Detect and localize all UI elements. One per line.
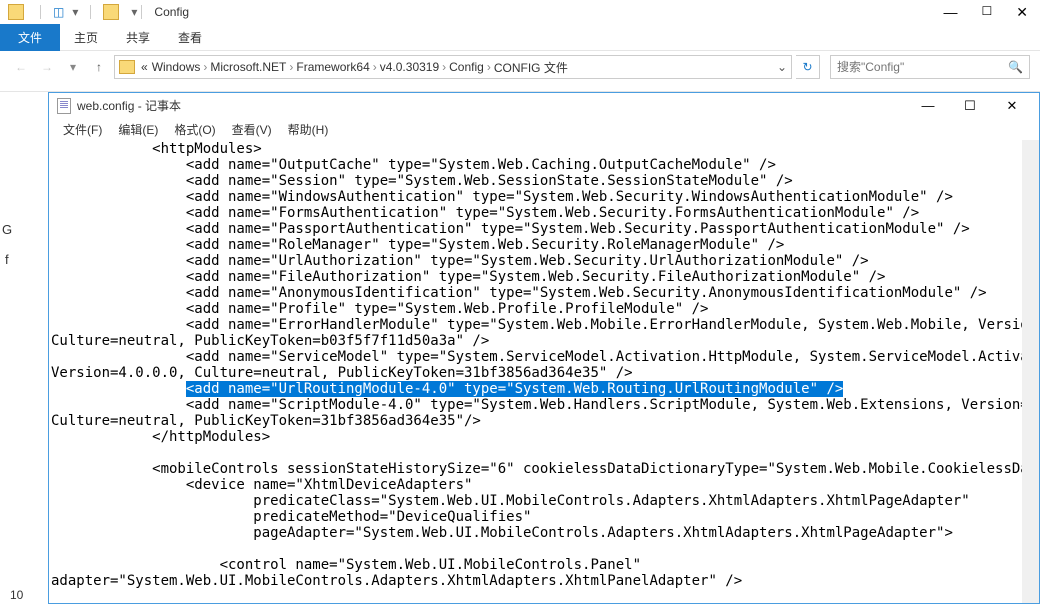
separator [40, 5, 41, 19]
breadcrumb-overflow[interactable]: « [139, 60, 150, 74]
minimize-button[interactable]: — [944, 4, 958, 21]
breadcrumb-item[interactable]: Framework64 [294, 60, 371, 74]
nav-recent-dropdown[interactable]: ▾ [62, 56, 84, 78]
folder-icon [8, 4, 24, 20]
search-icon[interactable]: 🔍 [1008, 60, 1023, 74]
ribbon-tab-share[interactable]: 共享 [112, 24, 164, 51]
explorer-system-buttons: — ☐ ✕ [944, 4, 1033, 21]
sidebar-letter: G [2, 222, 12, 237]
close-button[interactable]: ✕ [993, 95, 1031, 117]
notepad-icon [57, 98, 71, 114]
breadcrumb-item[interactable]: v4.0.30319 [378, 60, 441, 74]
nav-back-button[interactable]: ← [10, 56, 32, 78]
breadcrumb-item[interactable]: Config [447, 60, 486, 74]
separator [90, 5, 91, 19]
search-input[interactable] [837, 60, 1008, 74]
nav-forward-button[interactable]: → [36, 56, 58, 78]
explorer-title: Config [154, 5, 189, 19]
address-bar[interactable]: « Windows › Microsoft.NET › Framework64 … [114, 55, 792, 79]
notepad-title: web.config - 记事本 [77, 97, 181, 114]
nav-up-button[interactable]: ↑ [88, 56, 110, 78]
qab-dropdown-icon[interactable]: ▾ [72, 5, 78, 19]
notepad-text[interactable]: <httpModules> <add name="OutputCache" ty… [51, 141, 1039, 589]
notepad-content[interactable]: <httpModules> <add name="OutputCache" ty… [49, 140, 1039, 603]
notepad-menubar: 文件(F) 编辑(E) 格式(O) 查看(V) 帮助(H) [49, 118, 1039, 140]
refresh-button[interactable]: ↻ [796, 55, 820, 79]
menu-view[interactable]: 查看(V) [224, 119, 280, 140]
ribbon-tab-view[interactable]: 查看 [164, 24, 216, 51]
search-box[interactable]: 🔍 [830, 55, 1030, 79]
explorer-ribbon: 文件 主页 共享 查看 [0, 24, 1040, 51]
explorer-navbar: ← → ▾ ↑ « Windows › Microsoft.NET › Fram… [0, 51, 1040, 83]
notepad-system-buttons: — ☐ ✕ [909, 95, 1031, 117]
vertical-scrollbar[interactable] [1022, 140, 1039, 603]
notepad-titlebar: web.config - 记事本 — ☐ ✕ [49, 93, 1039, 118]
quick-access-toolbar: ◫ ▾ ▾ [8, 4, 137, 20]
explorer-titlebar: ◫ ▾ ▾ Config — ☐ ✕ [0, 0, 1040, 24]
explorer-sidebar: G f [0, 92, 48, 604]
breadcrumb-item[interactable]: Windows [150, 60, 203, 74]
ribbon-file-tab[interactable]: 文件 [0, 24, 60, 51]
explorer-window: ◫ ▾ ▾ Config — ☐ ✕ 文件 主页 共享 查看 ← → ▾ ↑ «… [0, 0, 1040, 92]
menu-edit[interactable]: 编辑(E) [110, 119, 166, 140]
breadcrumb-item[interactable]: Microsoft.NET [208, 60, 288, 74]
separator [141, 5, 142, 19]
menu-file[interactable]: 文件(F) [55, 119, 110, 140]
breadcrumb-item[interactable]: CONFIG 文件 [492, 59, 570, 76]
item-count: 10 [10, 588, 23, 602]
pin-icon[interactable]: ◫ [53, 5, 64, 19]
maximize-button[interactable]: ☐ [982, 4, 993, 21]
menu-help[interactable]: 帮助(H) [280, 119, 337, 140]
maximize-button[interactable]: ☐ [951, 95, 989, 117]
dropdown-icon[interactable]: ⌄ [777, 60, 787, 74]
minimize-button[interactable]: — [909, 95, 947, 117]
qab-dropdown-icon[interactable]: ▾ [131, 5, 137, 19]
close-button[interactable]: ✕ [1016, 4, 1028, 21]
folder-icon [119, 60, 135, 74]
menu-format[interactable]: 格式(O) [166, 119, 223, 140]
notepad-window: web.config - 记事本 — ☐ ✕ 文件(F) 编辑(E) 格式(O)… [48, 92, 1040, 604]
sidebar-letter: f [5, 252, 9, 267]
address-bar-buttons: ⌄ [777, 60, 787, 74]
ribbon-tab-home[interactable]: 主页 [60, 24, 112, 51]
folder-icon [103, 4, 119, 20]
